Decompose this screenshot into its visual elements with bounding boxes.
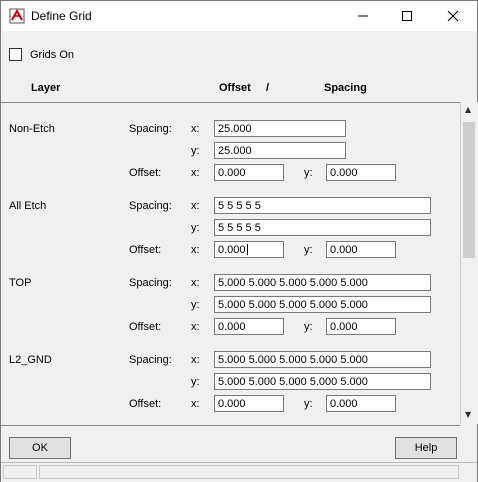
x-label: x: — [191, 321, 200, 333]
scroll-up-icon[interactable]: ▲ — [465, 105, 471, 114]
app-icon — [9, 8, 25, 24]
offset-header: Offset — [219, 82, 251, 94]
spacing-x-field[interactable]: 5.000 5.000 5.000 5.000 5.000 — [214, 351, 431, 368]
offset-x-field[interactable]: 0.000 — [214, 318, 284, 335]
spacing-label: Spacing: — [129, 200, 172, 212]
y-label: y: — [191, 299, 200, 311]
layer-name: L2_GND — [9, 354, 52, 366]
window-title: Define Grid — [31, 9, 92, 23]
minimize-icon — [358, 15, 368, 17]
offset-label: Offset: — [129, 321, 162, 333]
ok-button[interactable]: OK — [9, 437, 71, 459]
spacing-label: Spacing: — [129, 354, 172, 366]
y-label: y: — [304, 398, 313, 410]
offset-x-value: 0.000 — [218, 243, 246, 256]
spacing-y-field[interactable]: 5.000 5.000 5.000 5.000 5.000 — [214, 296, 431, 313]
spacing-y-field[interactable]: 25.000 — [214, 142, 346, 159]
help-button[interactable]: Help — [395, 437, 457, 459]
y-label: y: — [304, 244, 313, 256]
layer-name: TOP — [9, 277, 32, 289]
maximize-icon — [402, 11, 412, 21]
spacing-label: Spacing: — [129, 277, 172, 289]
grids-on-checkbox[interactable] — [9, 48, 22, 61]
status-cell — [3, 465, 37, 479]
offset-y-field[interactable]: 0.000 — [326, 318, 396, 335]
spacing-header: Spacing — [324, 82, 367, 94]
header-slash: / — [266, 82, 270, 94]
minimize-button[interactable] — [341, 1, 385, 31]
layer-header: Layer — [31, 82, 61, 94]
y-label: y: — [191, 222, 200, 234]
close-button[interactable] — [431, 1, 475, 31]
offset-label: Offset: — [129, 398, 162, 410]
layer-grid-panel: Non-Etch Spacing: x: 25.000 y: 25.000 Of… — [1, 102, 460, 426]
x-label: x: — [191, 200, 200, 212]
x-label: x: — [191, 244, 200, 256]
close-icon — [447, 10, 459, 22]
x-label: x: — [191, 354, 200, 366]
offset-y-field[interactable]: 0.000 — [326, 164, 396, 181]
x-label: x: — [191, 398, 200, 410]
x-label: x: — [191, 277, 200, 289]
offset-y-field[interactable]: 0.000 — [326, 241, 396, 258]
offset-y-field[interactable]: 0.000 — [326, 395, 396, 412]
spacing-x-field[interactable]: 5.000 5.000 5.000 5.000 5.000 — [214, 274, 431, 291]
offset-x-field-focused[interactable]: 0.000 — [214, 241, 284, 258]
y-label: y: — [304, 167, 313, 179]
y-label: y: — [191, 145, 200, 157]
vertical-scrollbar[interactable]: ▲ ▼ — [460, 102, 478, 424]
offset-label: Offset: — [129, 244, 162, 256]
y-label: y: — [304, 321, 313, 333]
layer-name: Non-Etch — [9, 123, 55, 135]
spacing-label: Spacing: — [129, 123, 172, 135]
define-grid-dialog: Define Grid Grids On Layer Offset / Spac… — [0, 0, 478, 482]
text-caret — [246, 244, 248, 255]
spacing-x-field[interactable]: 5 5 5 5 5 — [214, 197, 431, 214]
status-bar — [1, 462, 477, 482]
grids-on-row[interactable]: Grids On — [9, 48, 74, 61]
status-cell — [39, 465, 459, 479]
scrollbar-thumb[interactable] — [463, 122, 475, 258]
y-label: y: — [191, 376, 200, 388]
x-label: x: — [191, 123, 200, 135]
spacing-y-field[interactable]: 5 5 5 5 5 — [214, 219, 431, 236]
spacing-y-field[interactable]: 5.000 5.000 5.000 5.000 5.000 — [214, 373, 431, 390]
title-bar: Define Grid — [1, 1, 477, 31]
offset-label: Offset: — [129, 167, 162, 179]
x-label: x: — [191, 167, 200, 179]
offset-x-field[interactable]: 0.000 — [214, 164, 284, 181]
scroll-down-icon[interactable]: ▼ — [465, 410, 471, 419]
offset-x-field[interactable]: 0.000 — [214, 395, 284, 412]
grids-on-label: Grids On — [30, 48, 75, 61]
layer-name: All Etch — [9, 200, 47, 212]
maximize-button[interactable] — [385, 1, 429, 31]
spacing-x-field[interactable]: 25.000 — [214, 120, 346, 137]
